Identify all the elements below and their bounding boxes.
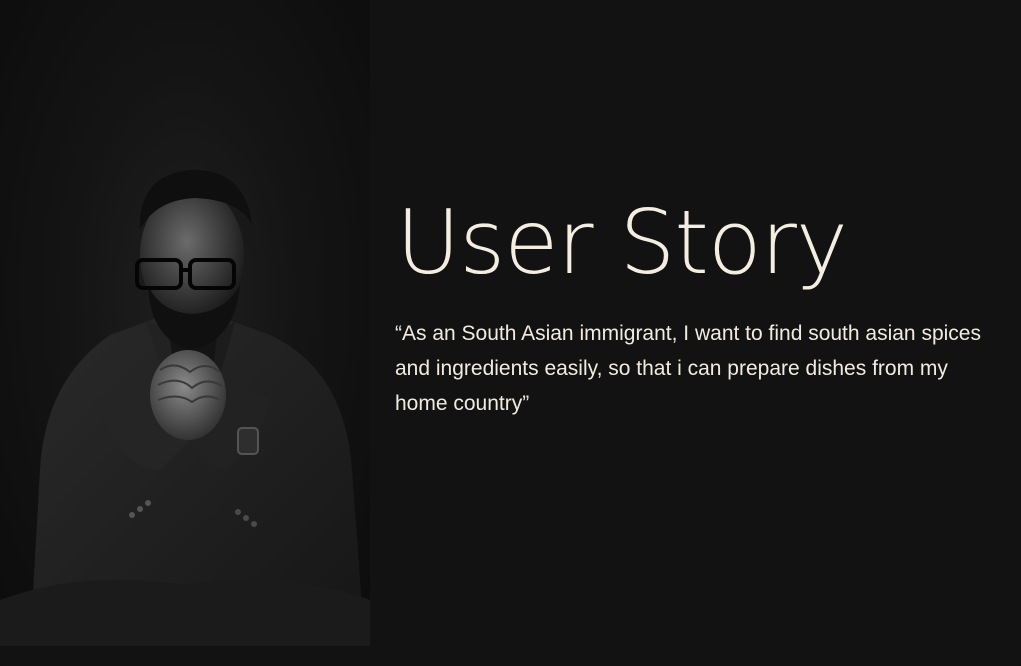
portrait-photo	[0, 0, 370, 646]
user-story-quote: “As an South Asian immigrant, I want to …	[395, 322, 981, 415]
portrait-illustration	[0, 169, 370, 646]
slide: User Story “As an South Asian immigrant,…	[0, 0, 1021, 666]
page-title: User Story	[396, 191, 848, 294]
